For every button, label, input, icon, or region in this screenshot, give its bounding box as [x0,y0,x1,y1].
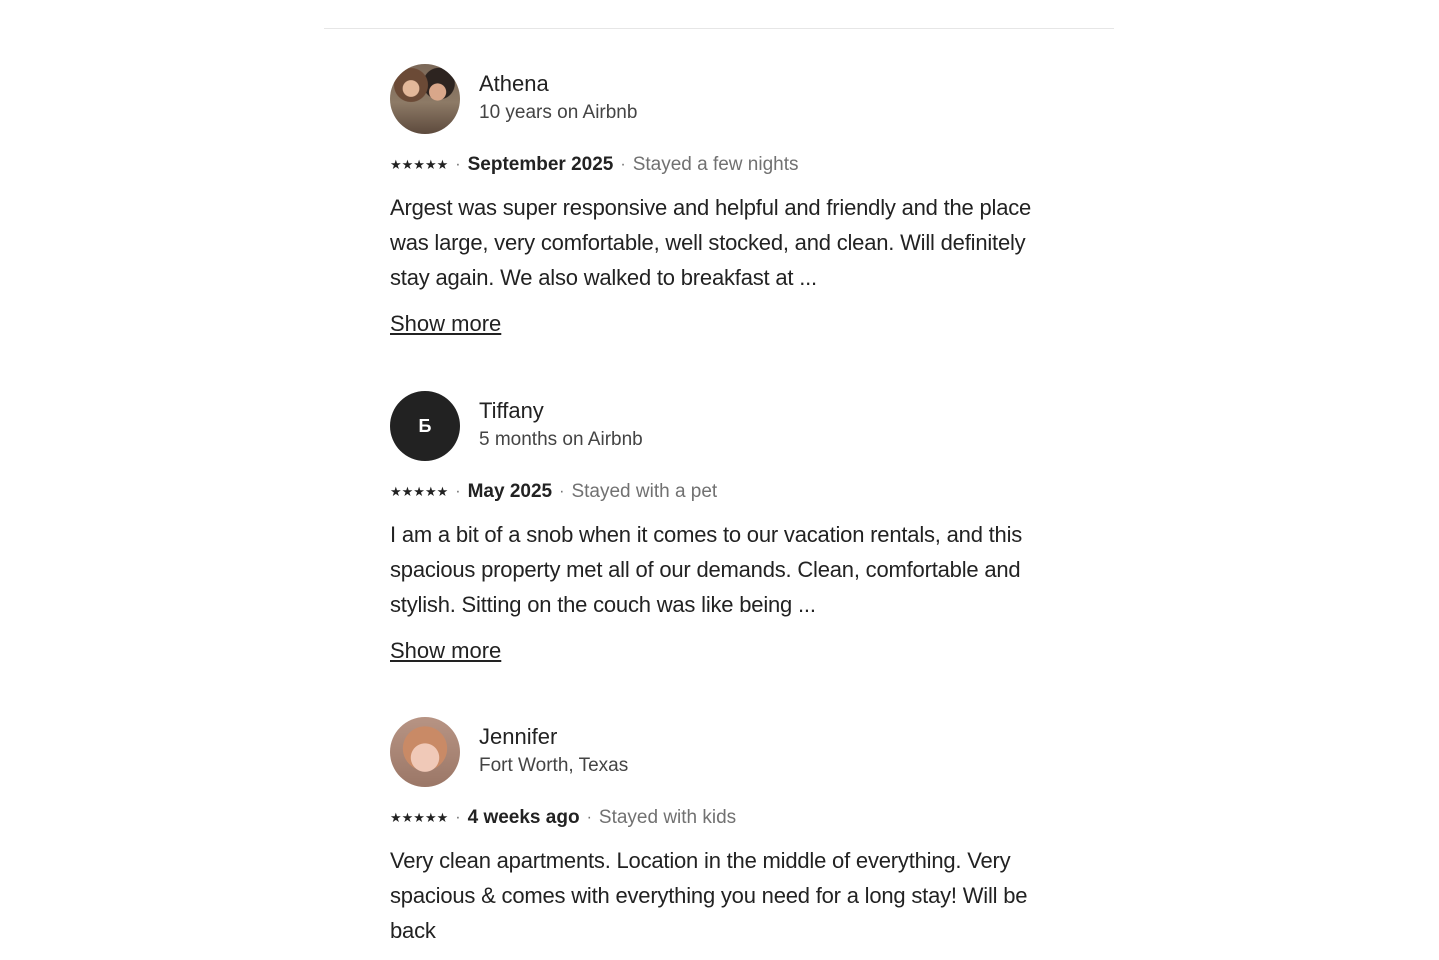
review-meta: ★★★★★ · 4 weeks ago · Stayed with kids [390,806,1050,830]
reviewer-info: Athena 10 years on Airbnb [479,70,637,128]
stay-type: Stayed a few nights [632,154,799,175]
avatar-initial: Б [418,415,432,436]
stay-type: Stayed with kids [598,807,737,828]
reviewer-header: Б Tiffany 5 months on Airbnb [390,391,1050,461]
review-date: May 2025 [467,481,553,502]
separator-dot: · [455,809,461,826]
review-card: Jennifer Fort Worth, Texas ★★★★★ · 4 wee… [390,717,1050,948]
review-card: Athena 10 years on Airbnb ★★★★★ · Septem… [390,64,1050,339]
review-meta: ★★★★★ · May 2025 · Stayed with a pet [390,480,1050,504]
separator-dot: · [586,809,592,826]
review-text: Very clean apartments. Location in the m… [390,848,1028,943]
reviewer-header: Jennifer Fort Worth, Texas [390,717,1050,787]
reviewer-info: Jennifer Fort Worth, Texas [479,723,628,781]
separator-dot: · [455,156,461,173]
avatar[interactable] [390,64,460,134]
star-rating-icon: ★★★★★ [390,484,449,499]
review-date: September 2025 [467,154,614,175]
reviewer-name[interactable]: Jennifer [479,723,628,751]
section-divider [324,28,1114,29]
separator-dot: · [620,156,626,173]
reviewer-tenure: 10 years on Airbnb [479,102,638,123]
reviewer-name[interactable]: Athena [479,70,637,98]
review-card: Б Tiffany 5 months on Airbnb ★★★★★ · May… [390,391,1050,666]
reviewer-tenure: 5 months on Airbnb [479,429,643,450]
reviewer-info: Tiffany 5 months on Airbnb [479,397,643,455]
avatar[interactable]: Б [390,391,460,461]
reviews-page: Athena 10 years on Airbnb ★★★★★ · Septem… [0,0,1439,960]
show-more-button[interactable]: Show more [390,636,501,666]
separator-dot: · [455,483,461,500]
reviewer-name[interactable]: Tiffany [479,397,643,425]
separator-dot: · [559,483,565,500]
review-text: Argest was super responsive and helpful … [390,195,1032,290]
stay-type: Stayed with a pet [571,481,718,502]
star-rating-icon: ★★★★★ [390,157,449,172]
show-more-button[interactable]: Show more [390,309,501,339]
avatar[interactable] [390,717,460,787]
star-rating-icon: ★★★★★ [390,810,449,825]
review-text: I am a bit of a snob when it comes to ou… [390,522,1023,617]
review-date: 4 weeks ago [467,807,580,828]
review-meta: ★★★★★ · September 2025 · Stayed a few ni… [390,153,1050,177]
reviewer-header: Athena 10 years on Airbnb [390,64,1050,134]
reviewer-location: Fort Worth, Texas [479,755,629,776]
